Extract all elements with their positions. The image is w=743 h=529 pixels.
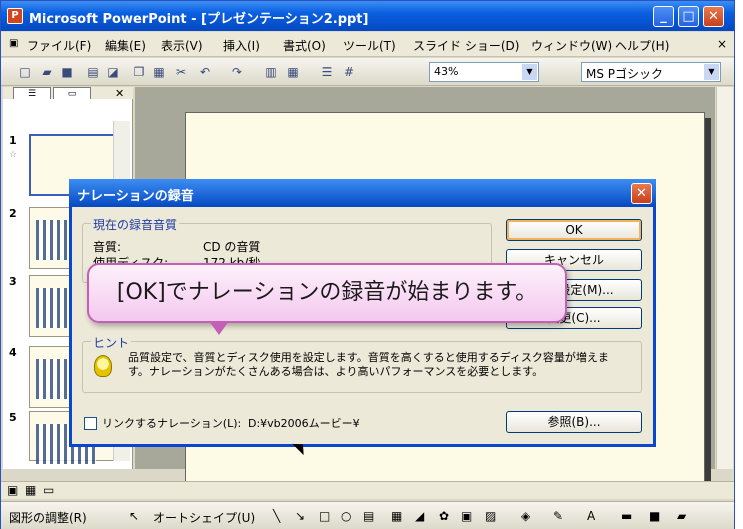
image-icon[interactable]: ▨ (485, 509, 496, 523)
slideshow-view-icon[interactable]: ▭ (43, 483, 54, 497)
wordart-icon[interactable]: ▦ (391, 509, 402, 523)
normal-view-icon[interactable]: ▣ (7, 483, 18, 497)
star-icon: ☆ (9, 150, 18, 160)
close-button[interactable]: ✕ (703, 6, 724, 27)
menu-format[interactable]: 書式(O) (283, 37, 326, 54)
cut-icon[interactable]: ✂ (173, 64, 189, 80)
slide-number: 1 (9, 134, 17, 147)
slide-number: 4 (9, 346, 17, 359)
clipart-icon[interactable]: ✿ (439, 509, 449, 523)
link-narration-label: リンクするナレーション(L): (102, 417, 242, 430)
menu-edit[interactable]: 編集(E) (105, 37, 146, 54)
save-icon[interactable]: ■ (59, 64, 75, 80)
dash-style-icon[interactable]: ■ (649, 509, 660, 523)
hint-text: 品質設定で、音質とディスク使用を設定します。音質を高くすると使用するディスク容量… (128, 351, 609, 378)
copy-icon[interactable]: ❐ (131, 64, 147, 80)
quality-group-label: 現在の録音音質 (91, 216, 180, 233)
document-close-button[interactable]: × (717, 37, 727, 51)
lightbulb-icon (94, 355, 112, 377)
chevron-down-icon[interactable]: ▼ (522, 64, 537, 80)
picture-icon[interactable]: ▣ (461, 509, 472, 523)
diagram-icon[interactable]: ◢ (415, 509, 424, 523)
slide-number: 5 (9, 411, 17, 424)
insert-chart-icon[interactable]: ▥ (263, 64, 279, 80)
menu-help[interactable]: ヘルプ(H) (615, 37, 669, 54)
menu-window[interactable]: ウィンドウ(W) (531, 37, 612, 54)
autoshape-menu[interactable]: オートシェイプ(U) (153, 509, 255, 526)
expand-all-icon[interactable]: ☰ (319, 64, 335, 80)
paste-icon[interactable]: ▦ (151, 64, 167, 80)
menu-slideshow[interactable]: スライド ショー(D) (413, 37, 519, 54)
slide-number: 3 (9, 275, 17, 288)
grid-icon[interactable]: # (341, 64, 357, 80)
quality-value: CD の音質 (203, 240, 261, 254)
sorter-view-icon[interactable]: ▦ (25, 483, 36, 497)
line-icon[interactable]: ╲ (273, 509, 280, 523)
redo-icon[interactable]: ↷ (229, 64, 245, 80)
ok-button[interactable]: OK (506, 219, 642, 241)
vertical-scrollbar[interactable] (716, 87, 733, 469)
rectangle-icon[interactable]: □ (319, 509, 330, 523)
instruction-callout: [OK]でナレーションの録音が始まります。 (87, 263, 567, 335)
font-color-icon[interactable]: A (587, 509, 595, 523)
undo-icon[interactable]: ↶ (197, 64, 213, 80)
hint-label: ヒント (91, 334, 132, 351)
zoom-dropdown[interactable]: 43% ▼ (429, 62, 539, 82)
quality-label: 音質: (93, 240, 122, 254)
font-dropdown[interactable]: MS Pゴシック ▼ (581, 62, 721, 82)
menu-tools[interactable]: ツール(T) (343, 37, 396, 54)
menu-insert[interactable]: 挿入(I) (223, 37, 260, 54)
dialog-close-button[interactable]: ✕ (631, 183, 652, 204)
minimize-button[interactable]: _ (653, 6, 674, 27)
chevron-down-icon[interactable]: ▼ (704, 64, 719, 80)
slide-number: 2 (9, 207, 17, 220)
shadow-icon[interactable]: ▰ (677, 509, 686, 523)
textbox-icon[interactable]: ▤ (363, 509, 374, 523)
adjust-shapes-menu[interactable]: 図形の調整(R) (9, 509, 87, 526)
zoom-value: 43% (434, 65, 459, 78)
menu-bar: ▣ ファイル(F) 編集(E) 表示(V) 挿入(I) 書式(O) ツール(T)… (1, 32, 734, 57)
line-color-icon[interactable]: ✎ (553, 509, 563, 523)
font-value: MS Pゴシック (586, 67, 664, 81)
select-objects-icon[interactable]: ↖ (129, 509, 139, 523)
document-icon[interactable]: ▣ (9, 38, 18, 49)
maximize-button[interactable]: □ (678, 6, 699, 27)
arrow-icon[interactable]: ↘ (295, 509, 305, 523)
powerpoint-icon[interactable]: P (7, 8, 23, 24)
oval-icon[interactable]: ○ (341, 509, 351, 523)
title-bar[interactable]: P Microsoft PowerPoint - [プレゼンテーション2.ppt… (1, 1, 734, 31)
print-preview-icon[interactable]: ◪ (105, 64, 121, 80)
insert-table-icon[interactable]: ▦ (285, 64, 301, 80)
window-title: Microsoft PowerPoint - [プレゼンテーション2.ppt] (29, 12, 369, 27)
open-folder-icon[interactable]: ▰ (39, 64, 55, 80)
standard-toolbar: □ ▰ ■ ▤ ◪ ❐ ▦ ✂ ↶ ↷ ▥ ▦ ☰ # 43% ▼ MS Pゴシ… (1, 58, 734, 86)
fill-color-icon[interactable]: ◈ (521, 509, 530, 523)
line-style-icon[interactable]: ▬ (621, 509, 632, 523)
menu-view[interactable]: 表示(V) (161, 37, 203, 54)
browse-button[interactable]: 参照(B)... (506, 411, 642, 433)
link-narration-checkbox[interactable] (84, 417, 97, 430)
dialog-title: ナレーションの録音 (77, 189, 194, 204)
view-buttons: ▣ ▦ ▭ (1, 481, 734, 499)
drawing-toolbar: 図形の調整(R) ↖ オートシェイプ(U) ╲ ↘ □ ○ ▤ ▦ ◢ ✿ ▣ … (1, 501, 734, 529)
dialog-title-bar[interactable]: ナレーションの録音 ✕ (69, 179, 656, 207)
new-file-icon[interactable]: □ (17, 64, 33, 80)
print-icon[interactable]: ▤ (85, 64, 101, 80)
menu-file[interactable]: ファイル(F) (27, 37, 91, 54)
link-path: D:¥vb2006ムービー¥ (248, 417, 360, 430)
powerpoint-window: P Microsoft PowerPoint - [プレゼンテーション2.ppt… (0, 0, 735, 529)
